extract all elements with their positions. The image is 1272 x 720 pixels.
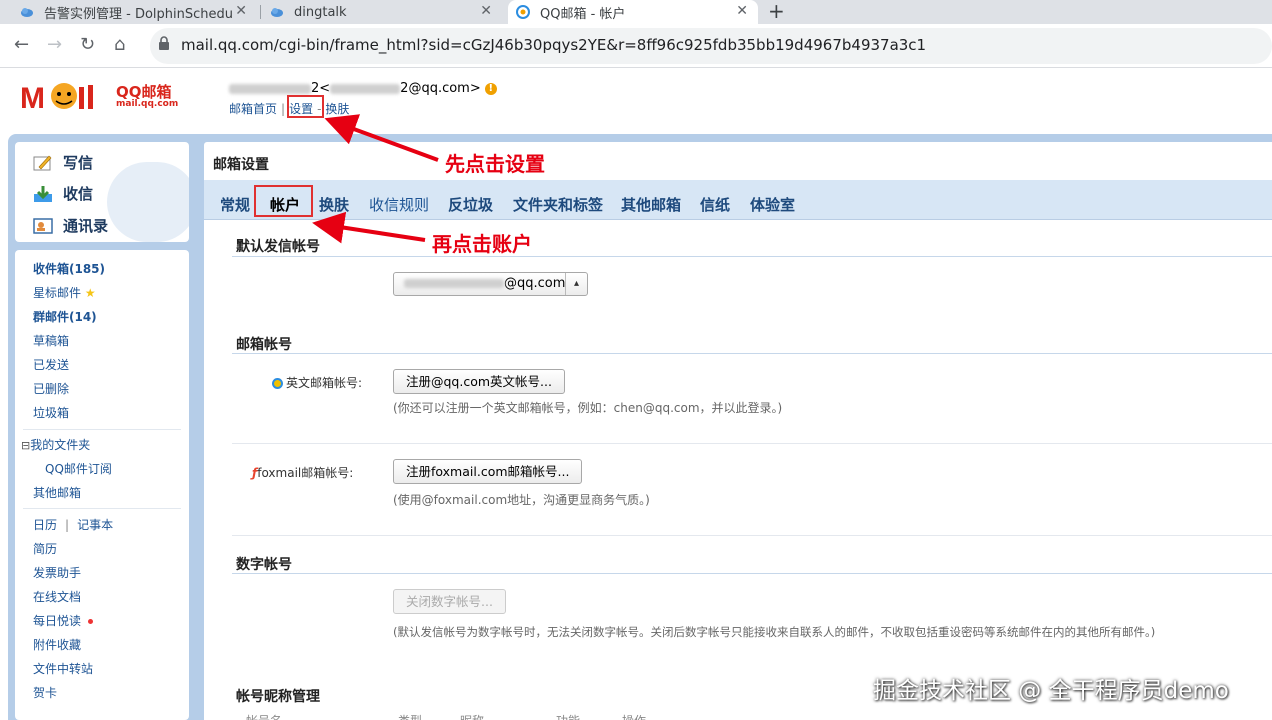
watermark: 掘金技术社区 @ 全干程序员demo <box>873 678 1229 704</box>
arrow-to-settings <box>324 114 439 162</box>
annotation-step1: 先点击设置 <box>445 152 545 176</box>
annotation-arrows <box>312 114 439 244</box>
annotation-step2: 再点击账户 <box>432 232 532 256</box>
arrow-to-account-tab <box>312 211 426 244</box>
